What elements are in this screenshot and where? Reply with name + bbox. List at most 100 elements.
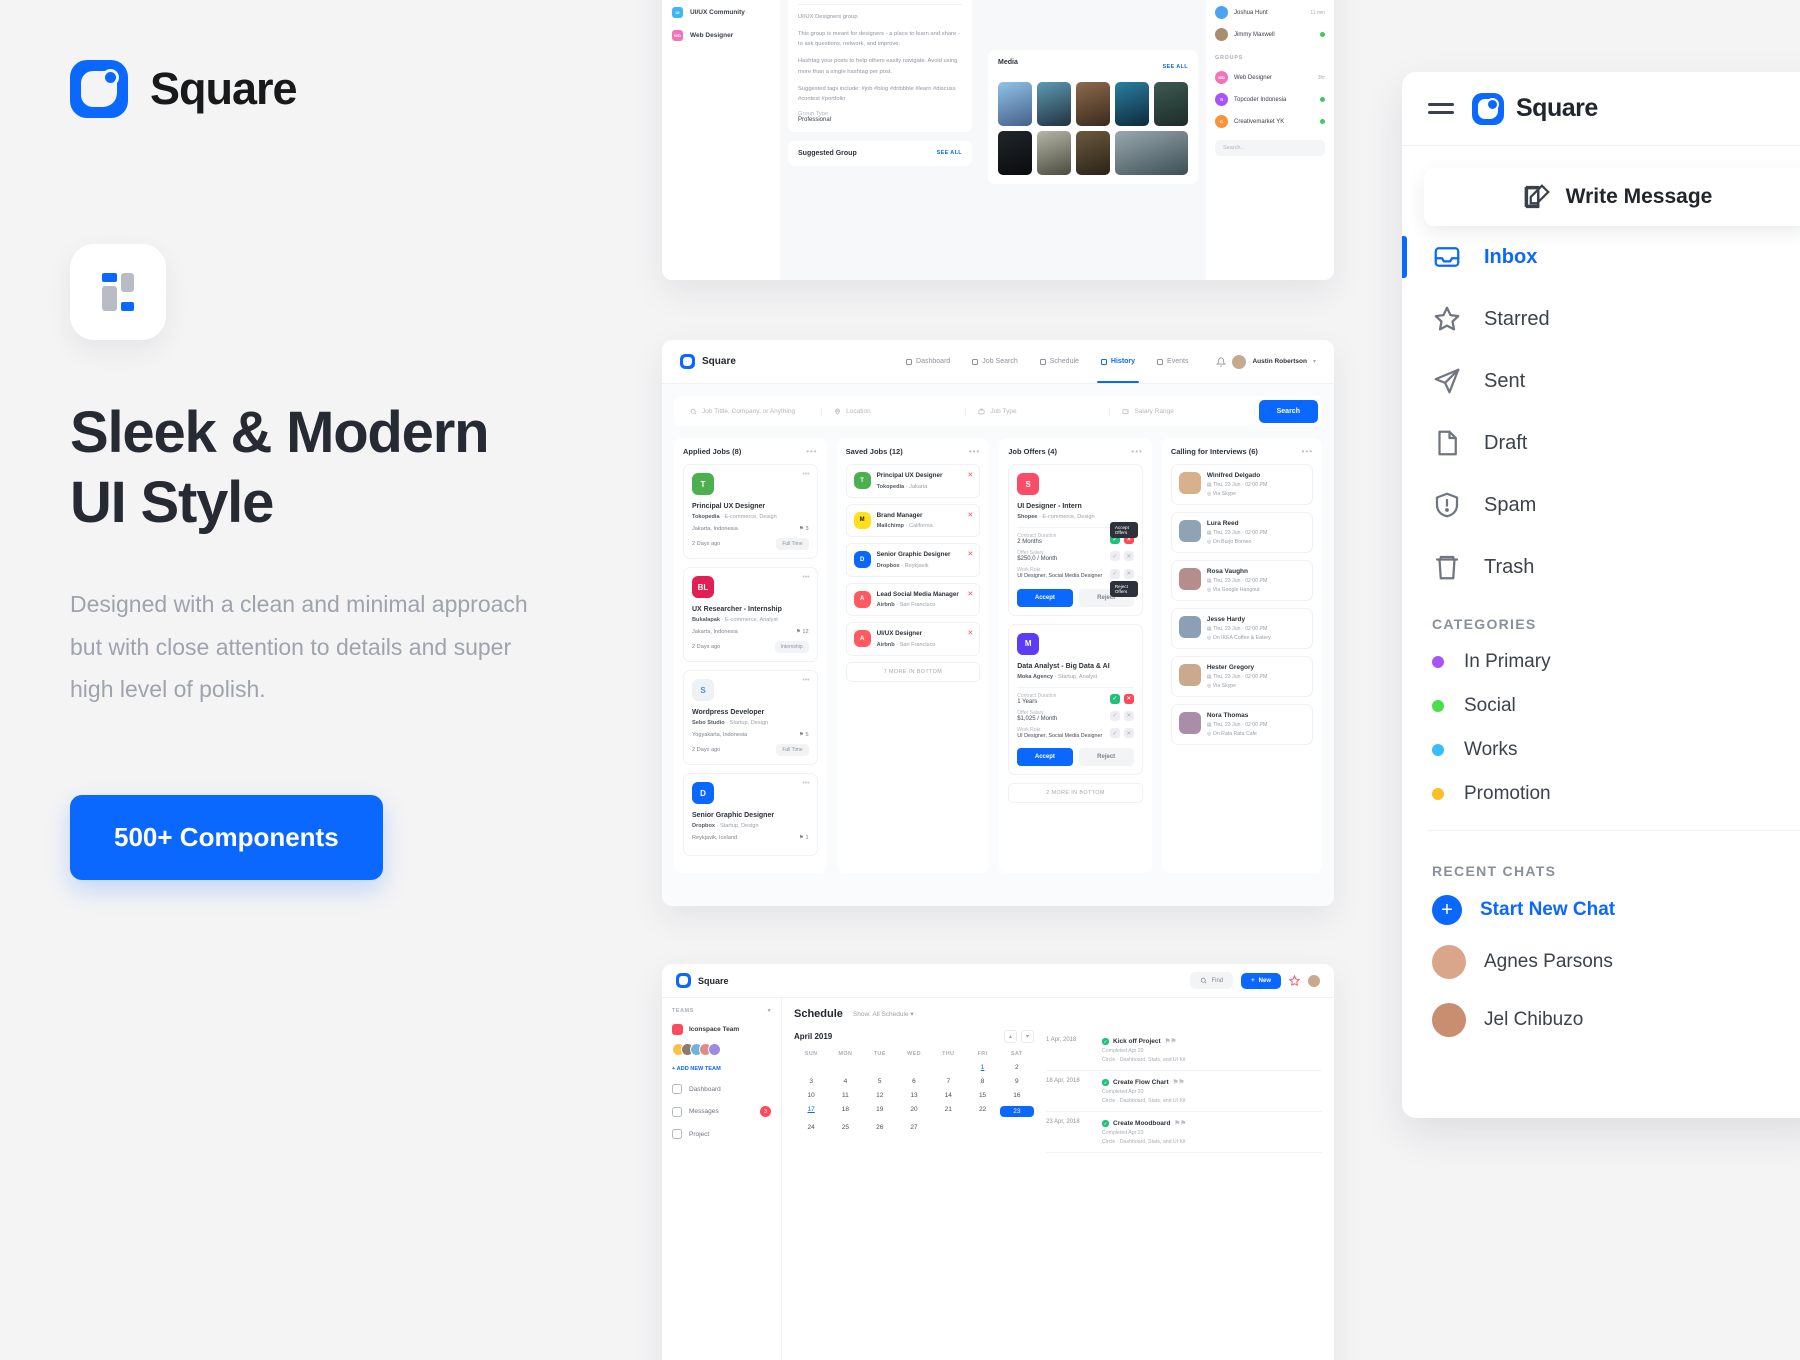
tab-dashboard[interactable]: Dashboard xyxy=(906,340,950,383)
tab-history[interactable]: History xyxy=(1096,340,1140,383)
remove-icon[interactable]: ✕ xyxy=(967,471,973,479)
calendar-day[interactable]: 19 xyxy=(863,1106,897,1117)
calendar-day[interactable]: 8 xyxy=(965,1078,999,1085)
more-options-icon[interactable]: ••• xyxy=(802,471,809,478)
media-thumb[interactable] xyxy=(998,131,1032,175)
calendar-day[interactable]: 27 xyxy=(897,1124,931,1131)
accept-button[interactable]: Accept xyxy=(1017,748,1073,767)
saved-job-card[interactable]: ✕ A Lead Social Media Manager Airbnb · S… xyxy=(845,582,981,616)
mail-folder-draft[interactable]: Draft xyxy=(1402,412,1800,474)
interview-card[interactable]: Hester Gregory ▤ Thu, 23 Jun · 02:00 PM … xyxy=(1170,656,1314,697)
media-thumb[interactable] xyxy=(1076,131,1110,175)
search-button[interactable]: Search xyxy=(1258,399,1318,423)
schedule-nav-item[interactable]: Project xyxy=(672,1129,771,1139)
job-card[interactable]: ••• T Principal UX Designer Tokopedia · … xyxy=(683,464,818,559)
saved-job-card[interactable]: ✕ A UI/UX Designer Airbnb · San Francisc… xyxy=(845,622,981,656)
mail-folder-spam[interactable]: Spam xyxy=(1402,474,1800,536)
chat-item[interactable]: Jel Chibuzo xyxy=(1402,991,1800,1049)
search-jobtype-input[interactable]: Job Type xyxy=(966,407,1111,415)
accept-check-icon[interactable]: ✓ xyxy=(1109,710,1120,721)
interview-card[interactable]: Nora Thomas ▤ Thu, 23 Jun · 02:00 PM ◎ O… xyxy=(1170,704,1314,745)
suggested-see-all-link[interactable]: SEE ALL xyxy=(937,150,962,156)
calendar-day[interactable]: 1 xyxy=(965,1064,999,1071)
hamburger-menu-icon[interactable] xyxy=(1428,103,1454,114)
more-options-icon[interactable]: ••• xyxy=(1131,447,1142,456)
saved-more-button[interactable]: 7 MORE IN BOTTOM xyxy=(845,661,981,682)
calendar-day[interactable]: 12 xyxy=(863,1092,897,1099)
job-card[interactable]: ••• D Senior Graphic Designer Dropbox · … xyxy=(683,773,818,856)
interview-card[interactable]: Lura Reed ▤ Thu, 23 Jun · 02:00 PM ◎ On … xyxy=(1170,512,1314,553)
interview-card[interactable]: Rosa Vaughn ▤ Thu, 23 Jun · 02:00 PM ◎ V… xyxy=(1170,560,1314,601)
contact-item[interactable]: Joshua Hunt 11 min xyxy=(1215,6,1325,19)
start-new-chat-button[interactable]: + Start New Chat xyxy=(1402,887,1800,933)
tab-events[interactable]: Events xyxy=(1157,340,1188,383)
calendar-day[interactable]: 25 xyxy=(828,1124,862,1131)
more-options-icon[interactable]: ••• xyxy=(806,447,817,456)
reject-check-icon[interactable]: ✕ xyxy=(1123,728,1134,739)
media-thumb[interactable] xyxy=(1037,131,1071,175)
calendar-day[interactable]: 9 xyxy=(1000,1078,1034,1085)
remove-icon[interactable]: ✕ xyxy=(967,511,973,519)
remove-icon[interactable]: ✕ xyxy=(967,550,973,558)
reject-check-icon[interactable]: ✕ xyxy=(1123,693,1134,704)
tab-job-search[interactable]: Job Search xyxy=(972,340,1018,383)
calendar-day[interactable]: 22 xyxy=(965,1106,999,1117)
reject-check-icon[interactable]: ✕ xyxy=(1123,568,1134,579)
media-thumb[interactable] xyxy=(1154,82,1188,126)
group-item[interactable]: C Creativemarket YK xyxy=(1215,115,1325,128)
job-card[interactable]: ••• BL UX Researcher - Internship Bukala… xyxy=(683,567,818,662)
job-card[interactable]: ••• S Wordpress Developer Sebo Studio · … xyxy=(683,670,818,765)
calendar-day[interactable]: 21 xyxy=(931,1106,965,1117)
mail-category-in-primary[interactable]: In Primary xyxy=(1402,640,1800,684)
more-options-icon[interactable]: ••• xyxy=(1302,447,1313,456)
more-options-icon[interactable]: ••• xyxy=(969,447,980,456)
timeline-row[interactable]: 18 Apr, 2018 ✓ Create Flow Chart ⚑⚑ Compl… xyxy=(1046,1071,1322,1112)
user-menu[interactable]: Austin Robertson ▾ xyxy=(1216,354,1316,369)
mail-folder-inbox[interactable]: Inbox xyxy=(1402,226,1800,288)
group-item[interactable]: WD Web Designer 3hr xyxy=(1215,71,1325,84)
mail-folder-trash[interactable]: Trash xyxy=(1402,536,1800,598)
timeline-row[interactable]: 23 Apr, 2018 ✓ Create Moodboard ⚑⚑ Comple… xyxy=(1046,1112,1322,1153)
next-month-button[interactable]: ▾ xyxy=(1021,1030,1034,1043)
chat-item[interactable]: Agnes Parsons xyxy=(1402,933,1800,991)
interview-card[interactable]: Jesse Hardy ▤ Thu, 23 Jun · 02:00 PM ◎ O… xyxy=(1170,608,1314,649)
new-button[interactable]: + New xyxy=(1241,972,1281,989)
remove-icon[interactable]: ✕ xyxy=(967,629,973,637)
calendar-day[interactable]: 11 xyxy=(828,1092,862,1099)
media-thumb[interactable] xyxy=(1115,131,1188,175)
calendar-day[interactable]: 17 xyxy=(794,1106,828,1117)
timeline-row[interactable]: 1 Apr, 2018 ✓ Kick off Project ⚑⚑ Complet… xyxy=(1046,1030,1322,1071)
calendar-day[interactable]: 16 xyxy=(1000,1092,1034,1099)
calendar-day[interactable]: 2 xyxy=(1000,1064,1034,1071)
write-message-button[interactable]: Write Message xyxy=(1424,168,1800,226)
more-options-icon[interactable]: ••• xyxy=(802,574,809,581)
schedule-nav-item[interactable]: Dashboard xyxy=(672,1084,771,1094)
accept-check-icon[interactable]: ✓ xyxy=(1109,551,1120,561)
calendar-day[interactable]: 24 xyxy=(794,1124,828,1131)
more-options-icon[interactable]: ••• xyxy=(802,677,809,684)
accept-check-icon[interactable]: ✓ xyxy=(1109,693,1120,704)
media-thumb[interactable] xyxy=(1037,82,1071,126)
reject-check-icon[interactable]: ✕ xyxy=(1123,710,1134,721)
group-item[interactable]: TI Topcoder Indonesia xyxy=(1215,93,1325,106)
calendar-day[interactable]: 4 xyxy=(828,1078,862,1085)
calendar-day[interactable]: 18 xyxy=(828,1106,862,1117)
interview-card[interactable]: Winifred Delgado ▤ Thu, 23 Jun · 02:00 P… xyxy=(1170,464,1314,505)
calendar-day[interactable]: 15 xyxy=(965,1092,999,1099)
calendar-day[interactable]: 14 xyxy=(931,1092,965,1099)
add-team-button[interactable]: + ADD NEW TEAM xyxy=(672,1066,771,1072)
accept-check-icon[interactable]: ✓ xyxy=(1109,728,1120,739)
reject-check-icon[interactable]: ✕ xyxy=(1123,551,1134,561)
offers-more-button[interactable]: 2 MORE IN BOTTOM xyxy=(1008,783,1143,804)
tab-schedule[interactable]: Schedule xyxy=(1039,340,1079,383)
media-thumb[interactable] xyxy=(1076,82,1110,126)
accept-button[interactable]: Accept xyxy=(1017,588,1073,607)
calendar-day[interactable]: 7 xyxy=(931,1078,965,1085)
calendar-day[interactable]: 3 xyxy=(794,1078,828,1085)
media-thumb[interactable] xyxy=(998,82,1032,126)
mail-category-promotion[interactable]: Promotion xyxy=(1402,772,1800,816)
contact-item[interactable]: Jimmy Maxwell xyxy=(1215,28,1325,41)
schedule-filter[interactable]: Show: All Schedule ▾ xyxy=(853,1010,914,1018)
calendar-day[interactable]: 13 xyxy=(897,1092,931,1099)
more-options-icon[interactable]: ••• xyxy=(802,780,809,787)
